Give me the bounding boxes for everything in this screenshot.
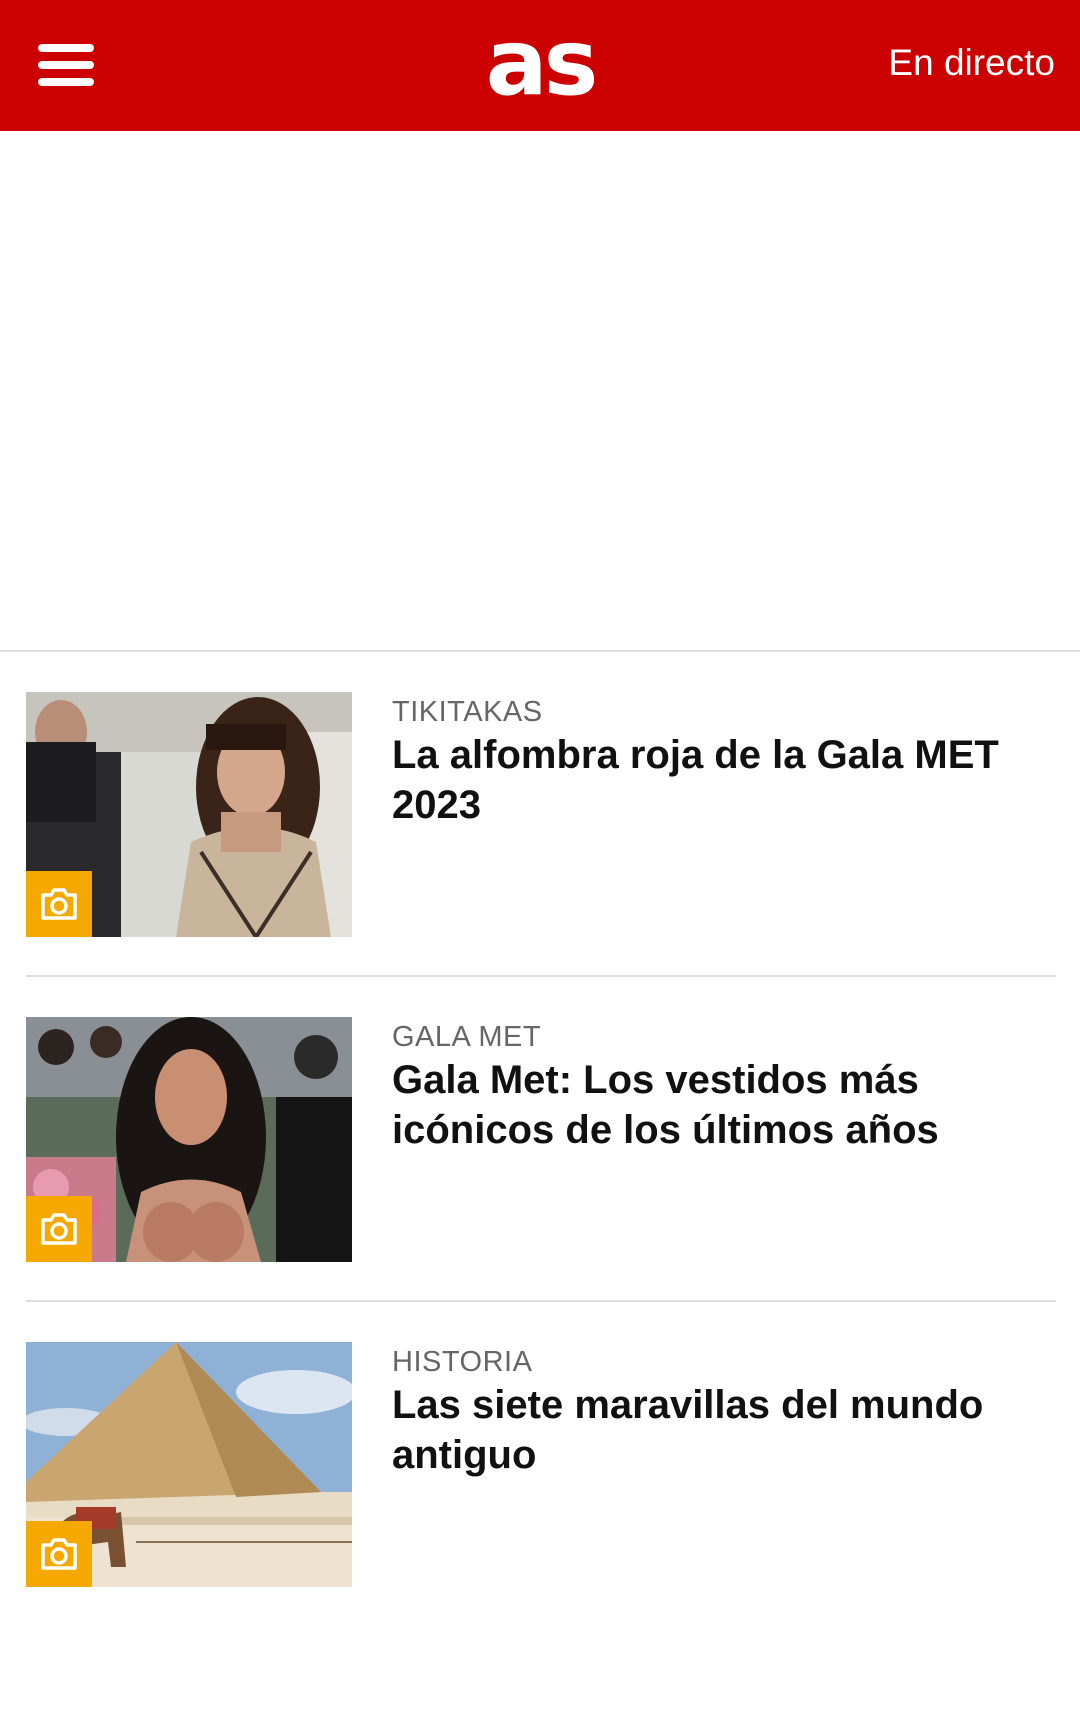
divider <box>26 1300 1056 1302</box>
article-category[interactable]: GALA MET <box>392 1019 1052 1055</box>
article-item[interactable]: GALA MET Gala Met: Los vestidos más icón… <box>26 1017 1056 1262</box>
divider <box>0 650 1080 652</box>
ad-slot <box>0 131 1080 650</box>
divider <box>26 975 1056 977</box>
article-thumbnail[interactable] <box>26 692 352 937</box>
article-headline[interactable]: Gala Met: Los vestidos más icónicos de l… <box>392 1055 1056 1155</box>
article-category[interactable]: TIKITAKAS <box>392 694 1052 730</box>
article-thumbnail[interactable] <box>26 1342 352 1587</box>
top-nav-bar: as En directo <box>0 0 1080 131</box>
article-headline[interactable]: Las siete maravillas del mundo antiguo <box>392 1380 1056 1480</box>
article-item[interactable]: TIKITAKAS La alfombra roja de la Gala ME… <box>26 692 1056 937</box>
camera-icon <box>26 871 92 937</box>
site-logo[interactable]: as <box>470 8 610 118</box>
live-link[interactable]: En directo <box>888 38 1055 88</box>
article-headline[interactable]: La alfombra roja de la Gala MET 2023 <box>392 730 1056 830</box>
hamburger-menu-icon[interactable] <box>30 36 100 94</box>
article-thumbnail[interactable] <box>26 1017 352 1262</box>
article-item[interactable]: HISTORIA Las siete maravillas del mundo … <box>26 1342 1056 1587</box>
article-category[interactable]: HISTORIA <box>392 1344 1052 1380</box>
camera-icon <box>26 1521 92 1587</box>
camera-icon <box>26 1196 92 1262</box>
